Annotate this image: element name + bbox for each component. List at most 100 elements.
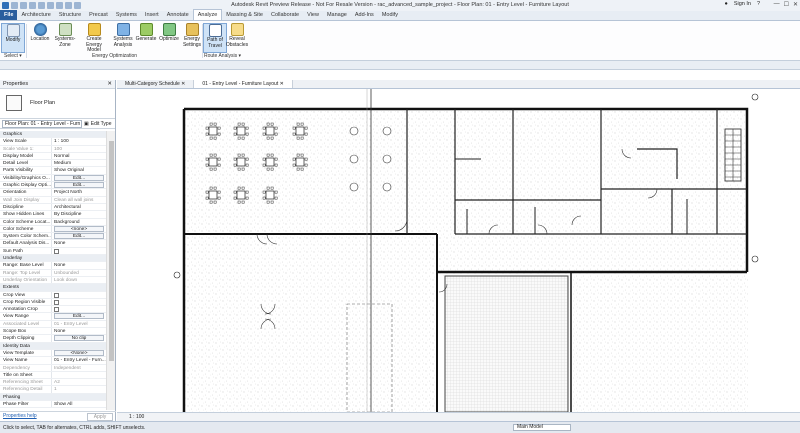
energy-settings-button[interactable]: Energy Settings [180,23,204,53]
3d-view-icon[interactable] [74,2,81,9]
property-section[interactable]: Identity Data [0,342,106,350]
property-value[interactable] [52,372,106,378]
undo-icon[interactable] [29,2,36,9]
tab-view[interactable]: View [303,10,323,20]
property-value[interactable]: None [52,328,106,334]
property-value[interactable]: Show All [52,401,106,407]
property-name: Extents [3,285,19,291]
save-icon[interactable] [20,2,27,9]
property-button[interactable]: <none> [54,225,104,232]
property-value[interactable]: Look down [52,277,106,283]
modify-button[interactable]: Modify [1,23,25,53]
tab-architecture[interactable]: Architecture [17,10,54,20]
property-button[interactable]: Edit... [54,313,104,320]
property-button[interactable]: Edit... [54,233,104,240]
property-value[interactable]: Independent [52,365,106,371]
reveal-obstacles-button[interactable]: Reveal Obstacles [224,23,250,53]
drawing-canvas[interactable] [117,89,800,412]
property-row: View Template <None> [0,349,106,358]
property-button[interactable]: No clip [54,335,104,342]
property-value[interactable]: Architectural [52,204,106,210]
close-icon[interactable]: ✕ [280,81,284,87]
type-selector[interactable]: Floor Plan [0,89,115,119]
route-analysis-label[interactable]: Route Analysis ▾ [204,53,241,59]
view-scale[interactable]: 1 : 100 [129,414,144,420]
property-button[interactable]: Edit... [54,182,104,189]
help-button[interactable]: ? [757,1,760,7]
location-button[interactable]: Location [28,23,52,53]
revit-logo-icon[interactable] [2,2,9,9]
property-checkbox[interactable] [54,292,59,298]
property-value[interactable]: Show Original [52,167,106,173]
property-checkbox[interactable] [54,307,59,313]
property-section[interactable]: Phasing [0,393,106,401]
tab-modify[interactable]: Modify [378,10,402,20]
redo-icon[interactable] [38,2,45,9]
property-name: Underlay Orientation [0,276,52,284]
generate-button[interactable]: Generate [134,23,158,53]
tab-annotate[interactable]: Annotate [163,10,193,20]
property-value[interactable]: A2 [52,379,106,385]
open-icon[interactable] [11,2,18,9]
edit-type-button[interactable]: Edit Type [91,121,112,127]
tab-entry-level-furniture-layout[interactable]: 01 - Entry Level - Furniture Layout ✕ [194,80,293,88]
property-value[interactable]: Clean all wall joins [52,197,106,203]
print-icon[interactable] [47,2,54,9]
tab-add-ins[interactable]: Add-Ins [351,10,378,20]
property-value[interactable]: Project North [52,189,106,195]
property-value[interactable]: 100 [52,146,106,152]
minimize-icon[interactable]: — [774,1,780,8]
tab-multi-category-schedule[interactable]: Multi-Category Schedule ✕ [117,80,195,88]
edit-type-icon[interactable]: ▣ [84,121,89,127]
active-model-selector[interactable]: Main Model [513,424,571,431]
tab-manage[interactable]: Manage [323,10,351,20]
close-icon[interactable]: ✕ [793,1,798,8]
instance-selector[interactable]: Floor Plan: 01 - Entry Level - Furn [2,119,82,128]
property-checkbox[interactable] [54,248,59,254]
property-section[interactable]: Extents [0,284,106,292]
tab-massing-site[interactable]: Massing & Site [222,10,267,20]
property-checkbox[interactable] [54,299,59,305]
select-panel-label[interactable]: Select ▾ [4,53,22,59]
property-row: Detail Level Medium [0,160,106,168]
close-icon[interactable]: ✕ [107,81,112,87]
create-energy-model-button[interactable]: Create Energy Model [80,23,108,53]
property-value[interactable]: 1 [52,386,106,392]
property-value[interactable]: Medium [52,160,106,166]
property-value[interactable]: None [52,240,106,246]
tab-file[interactable]: File [0,10,18,20]
close-icon[interactable]: ✕ [181,81,185,87]
tab-analyze[interactable]: Analyze [192,9,223,20]
tag-icon[interactable] [65,2,72,9]
property-value[interactable]: Background [52,219,106,225]
measure-icon[interactable] [56,2,63,9]
tab-systems[interactable]: Systems [112,10,141,20]
systems-zone-button[interactable]: Systems-Zone [52,23,78,53]
property-value[interactable]: Normal [52,153,106,159]
properties-help-link[interactable]: Properties help [3,413,37,419]
property-value[interactable]: 1 : 100 [52,138,106,144]
tab-structure[interactable]: Structure [55,10,85,20]
property-value[interactable]: Unbounded [52,270,106,276]
property-value[interactable]: None [52,262,106,268]
property-section[interactable]: Underlay [0,255,106,263]
properties-scrollbar[interactable] [106,131,115,410]
tab-collaborate[interactable]: Collaborate [267,10,303,20]
user-icon[interactable]: ● [724,1,727,7]
tab-precast[interactable]: Precast [85,10,112,20]
optimize-button[interactable]: Optimize [157,23,181,53]
property-value[interactable]: 01 - Entry Level [52,321,106,327]
apply-button[interactable]: Apply [87,413,113,421]
systems-analysis-button[interactable]: Systems Analysis [110,23,136,53]
property-value[interactable]: By Discipline [52,211,106,217]
property-row: Range: Base Level None [0,262,106,270]
sign-in-button[interactable]: Sign In [734,1,751,7]
property-value[interactable]: 01 - Entry Level - Furn... [52,357,106,363]
property-button[interactable]: <None> [54,349,104,356]
property-value [52,299,106,305]
property-section[interactable]: Graphics [0,131,106,139]
property-button[interactable]: Edit... [54,174,104,181]
tab-insert[interactable]: Insert [141,10,163,20]
maximize-icon[interactable]: ☐ [784,1,789,8]
scrollbar-thumb[interactable] [109,141,114,361]
